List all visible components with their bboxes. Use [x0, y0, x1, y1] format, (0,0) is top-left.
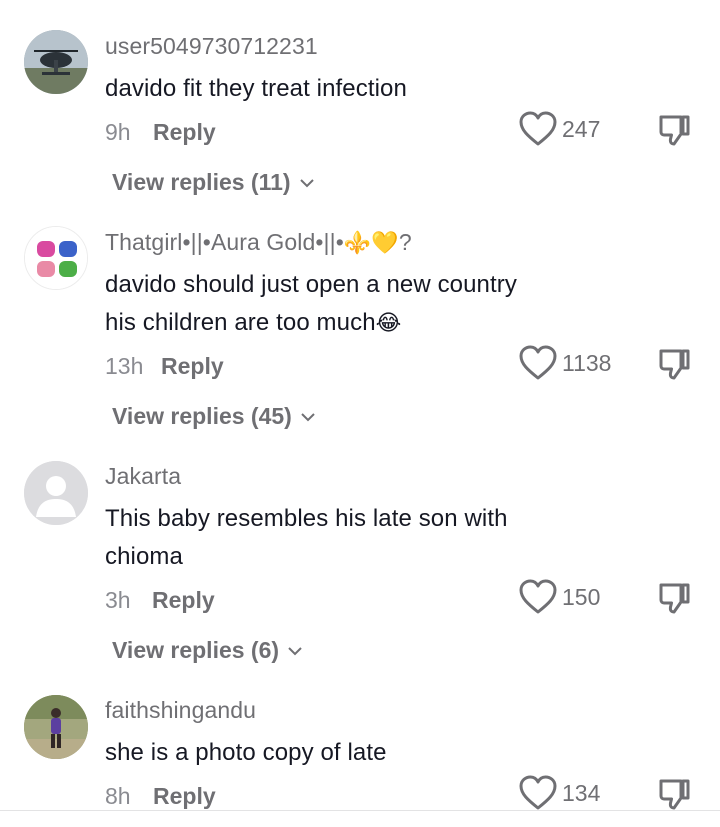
username-emoji: ⚜️💛 — [343, 230, 399, 255]
comment-text: davido fit they treat infection — [105, 70, 585, 108]
like-count: 1138 — [562, 349, 612, 376]
reply-button[interactable]: Reply — [161, 353, 224, 380]
comment-text: she is a photo copy of late — [105, 734, 585, 772]
comment-text-line: chioma — [105, 543, 183, 570]
comment-text: This baby resembles his late son with ch… — [105, 500, 585, 576]
comment-username[interactable]: user5049730712231 — [105, 33, 318, 60]
comment-text-line: davido should just open a new country — [105, 271, 517, 298]
heart-outline-icon — [519, 111, 557, 146]
comment-text-line: This baby resembles his late son with — [105, 505, 508, 532]
chevron-down-icon — [301, 412, 315, 421]
comment-text-line-content: his children are too much — [105, 309, 376, 336]
avatar-photo-hats — [25, 227, 87, 289]
avatar[interactable] — [24, 226, 88, 290]
comment-username[interactable]: faithshingandu — [105, 697, 256, 724]
username-text: Thatgirl•||•Aura Gold•||• — [105, 229, 344, 255]
avatar-photo-person — [24, 695, 88, 759]
comment-time: 8h — [105, 783, 131, 809]
comment-time: 9h — [105, 119, 131, 145]
view-replies-label: View replies (45) — [112, 403, 292, 429]
dislike-button[interactable] — [656, 580, 692, 621]
dislike-button[interactable] — [656, 346, 692, 387]
avatar[interactable] — [24, 461, 88, 525]
view-replies-button[interactable]: View replies (11) — [112, 169, 315, 196]
thumbs-down-icon — [659, 779, 690, 810]
reply-button[interactable]: Reply — [153, 119, 216, 146]
view-replies-button[interactable]: View replies (6) — [112, 637, 303, 664]
like-button[interactable]: 1138 — [518, 344, 611, 382]
comment-text-line: his children are too much😂 — [105, 304, 585, 342]
comment-text-line: she is a photo copy of late — [105, 739, 387, 766]
heart-outline-icon — [519, 345, 557, 380]
comment-time: 3h — [105, 587, 131, 613]
default-avatar-icon — [24, 461, 88, 525]
thumbs-down-icon — [659, 583, 690, 614]
avatar-photo-helicopter — [24, 30, 88, 94]
like-button[interactable]: 134 — [518, 774, 600, 812]
avatar[interactable] — [24, 30, 88, 94]
like-count: 247 — [562, 115, 601, 142]
dislike-button[interactable] — [656, 112, 692, 153]
heart-outline-icon — [519, 775, 557, 810]
avatar[interactable] — [24, 695, 88, 759]
like-button[interactable]: 150 — [518, 578, 600, 616]
comment-username[interactable]: Thatgirl•||•Aura Gold•||•⚜️💛? — [105, 229, 412, 256]
comment-text-line: davido fit they treat infection — [105, 75, 407, 102]
comment-time: 13h — [105, 353, 144, 379]
chevron-down-icon — [299, 178, 314, 187]
view-replies-label: View replies (6) — [112, 637, 280, 663]
chevron-down-icon — [288, 646, 302, 655]
like-button[interactable]: 247 — [518, 110, 600, 148]
thumbs-down-icon — [659, 115, 690, 146]
like-count: 150 — [562, 583, 601, 610]
laughing-emoji: 😂 — [375, 310, 402, 335]
divider — [0, 810, 720, 811]
view-replies-button[interactable]: View replies (45) — [112, 403, 316, 430]
like-count: 134 — [562, 779, 601, 806]
view-replies-label: View replies (11) — [112, 169, 291, 195]
heart-outline-icon — [519, 579, 557, 614]
reply-button[interactable]: Reply — [152, 587, 215, 614]
username-suffix: ? — [398, 229, 412, 255]
thumbs-down-icon — [659, 349, 690, 380]
comment-text: davido should just open a new country hi… — [105, 266, 585, 342]
reply-button[interactable]: Reply — [153, 783, 216, 810]
comment-username[interactable]: Jakarta — [105, 463, 181, 490]
